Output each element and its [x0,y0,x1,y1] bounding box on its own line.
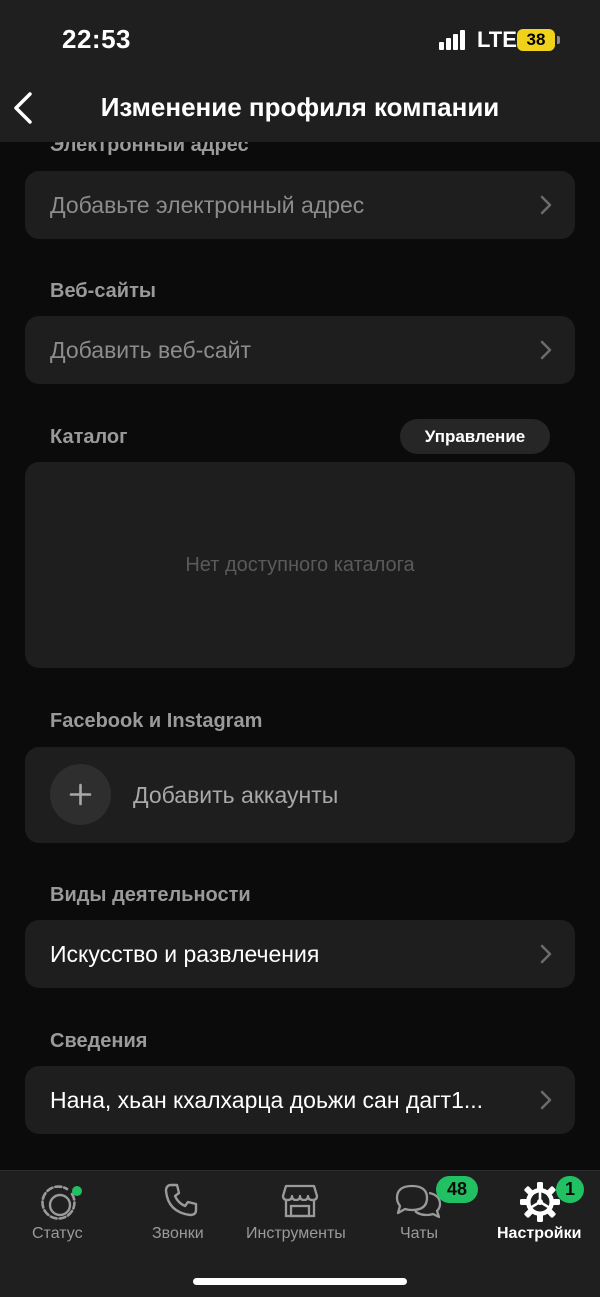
chevron-right-icon [540,944,552,964]
email-placeholder: Добавьте электронный адрес [50,192,365,218]
about-value: Нана, хьан кхалхарца доьжи сан дагт1... [50,1087,484,1113]
network-type: LTE [477,27,517,52]
website-row[interactable]: Добавить веб-сайт [25,316,575,384]
battery-level: 38 [526,30,546,49]
tab-tools-label: Инструменты [246,1225,346,1242]
activity-section-label: Виды деятельности [50,884,251,906]
status-update-dot [72,1186,82,1196]
catalog-card: Нет доступного каталога [25,462,575,668]
chevron-right-icon [540,1090,552,1110]
nav-bar: Изменение профиля компании [0,80,600,142]
status-bar: 22:53 LTE 38 [0,0,600,80]
phone-icon [164,1183,198,1217]
tab-calls[interactable]: Звонки [120,1171,240,1251]
catalog-empty-text: Нет доступного каталога [185,554,415,576]
cellular-signal-icon [439,30,467,50]
accounts-section-label: Facebook и Instagram [50,710,263,732]
chats-unread-badge: 48 [436,1176,478,1203]
add-accounts-button[interactable] [50,764,111,825]
tab-chats-label: Чаты [400,1225,439,1242]
settings-badge: 1 [556,1176,584,1203]
email-row[interactable]: Добавьте электронный адрес [25,171,575,239]
add-accounts-label: Добавить аккаунты [133,782,339,808]
gear-icon [520,1182,560,1222]
back-button[interactable] [8,84,52,132]
tab-status-label: Статус [32,1225,83,1242]
about-row[interactable]: Нана, хьан кхалхарца доьжи сан дагт1... [25,1066,575,1134]
chevron-right-icon [540,195,552,215]
about-section-label: Сведения [50,1030,148,1052]
tab-settings-label: Настройки [497,1225,582,1242]
chevron-left-icon [14,92,32,124]
home-indicator [193,1278,407,1285]
page-title: Изменение профиля компании [100,92,500,122]
tab-status[interactable]: Статус [0,1171,120,1251]
tab-tools[interactable]: Инструменты [240,1171,360,1251]
tab-calls-label: Звонки [152,1225,204,1242]
tab-settings[interactable]: 1 Настройки [480,1171,600,1251]
status-time: 22:53 [62,24,131,54]
battery-cap [557,36,560,44]
activity-row[interactable]: Искусство и развлечения [25,920,575,988]
tab-chats[interactable]: 48 Чаты [360,1171,480,1251]
websites-section-label: Веб-сайты [50,280,156,302]
battery-icon: 38 [517,29,555,51]
plus-icon [69,783,92,806]
website-placeholder: Добавить веб-сайт [50,337,252,363]
storefront-icon [281,1184,319,1218]
manage-catalog-button[interactable]: Управление [400,419,550,454]
chevron-right-icon [540,340,552,360]
email-section-label: Электронный адрес [50,142,249,156]
activity-value: Искусство и развлечения [50,941,320,967]
profile-edit-content[interactable]: Электронный адрес Добавьте электронный а… [0,142,600,1170]
catalog-section-label: Каталог [50,426,128,448]
add-accounts-row[interactable]: Добавить аккаунты [25,747,575,843]
